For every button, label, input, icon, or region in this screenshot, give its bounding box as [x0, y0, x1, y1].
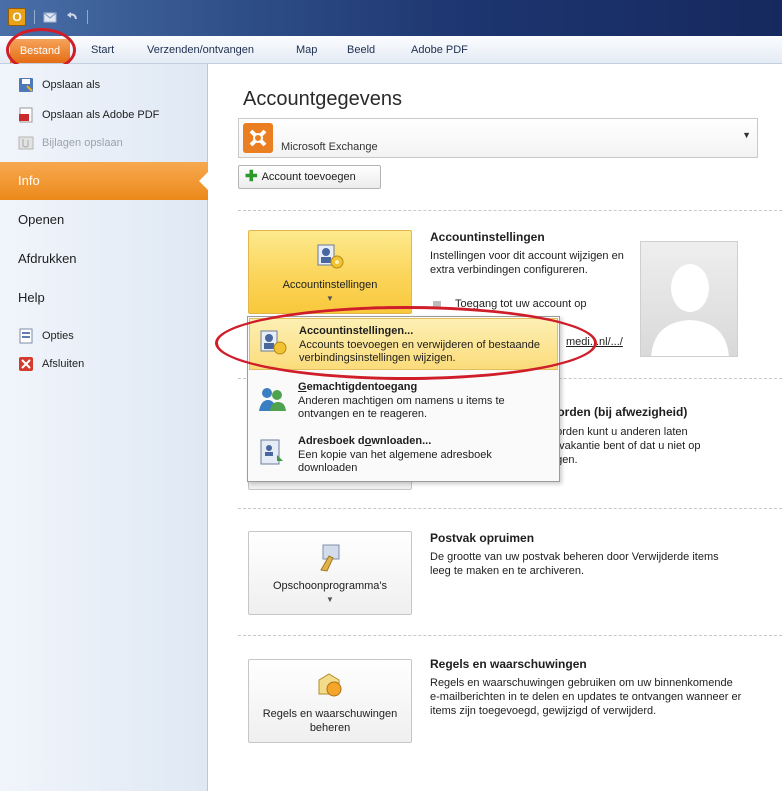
exchange-icon [243, 123, 273, 153]
nav-label: Openen [18, 212, 65, 227]
section-divider [238, 635, 782, 636]
title-pre: Adresboek d [298, 435, 365, 447]
tab-beeld[interactable]: Beeld [347, 36, 375, 64]
outlook-app-icon[interactable]: O [8, 8, 26, 26]
account-settings-description: Instellingen voor dit account wijzigen e… [430, 250, 624, 276]
bullet-icon [433, 301, 441, 309]
command-bijlagen-opslaan[interactable]: Bijlagen opslaan [18, 132, 123, 154]
tab-verzenden-ontvangen[interactable]: Verzenden/ontvangen [147, 36, 254, 64]
account-select[interactable]: Microsoft Exchange ▼ [238, 118, 758, 158]
delegate-access-icon [259, 388, 286, 411]
address-book-icon [260, 439, 283, 465]
account-settings-button[interactable]: Accountinstellingen ▼ [248, 230, 412, 314]
attachment-icon [18, 136, 34, 150]
account-settings-menu: Accountinstellingen... Accounts toevoege… [247, 316, 560, 482]
nav-help[interactable]: Help [0, 279, 208, 317]
avatar [640, 241, 738, 357]
menu-item-accountinstellingen[interactable]: Accountinstellingen... Accounts toevoege… [249, 318, 558, 370]
nav-afdrukken[interactable]: Afdrukken [0, 240, 208, 278]
account-access-text: Toegang tot uw account op [455, 298, 587, 310]
command-opslaan-als-pdf[interactable]: Opslaan als Adobe PDF [18, 104, 159, 126]
menu-item-title: Gemachtigdentoegang [298, 381, 417, 393]
account-settings-icon [260, 330, 287, 355]
command-label: Afsluiten [42, 358, 85, 370]
rules-icon [318, 673, 342, 697]
account-access-link[interactable]: medi...nl/.../ [566, 335, 646, 349]
rules-title: Regels en waarschuwingen [430, 657, 587, 671]
command-label: Opslaan als Adobe PDF [42, 109, 160, 121]
cleanup-tools-button[interactable]: Opschoonprogramma's ▼ [248, 531, 412, 615]
manage-rules-button-label: Regels en waarschuwingen beheren [262, 708, 398, 734]
page-title: Accountgegevens [243, 88, 403, 110]
rules-description: Regels en waarschuwingen gebruiken om uw… [430, 677, 742, 717]
dropdown-arrow-icon[interactable]: ▼ [742, 130, 751, 140]
qat-separator [87, 10, 88, 24]
menu-item-description: Een kopie van het algemene adresboek dow… [298, 449, 492, 474]
out-of-office-title: oorden (bij afwezigheid) [550, 405, 688, 419]
command-label: Bijlagen opslaan [42, 137, 123, 149]
chevron-down-icon: ▼ [326, 595, 334, 604]
account-settings-button-label: Accountinstellingen [282, 279, 378, 291]
cleanup-title: Postvak opruimen [430, 531, 535, 545]
undo-icon[interactable] [65, 10, 79, 24]
tab-start[interactable]: Start [91, 36, 114, 64]
menu-item-title: Adresboek downloaden... [298, 435, 431, 447]
nav-label: Info [18, 173, 40, 188]
manage-rules-button[interactable]: Regels en waarschuwingen beheren [248, 659, 412, 743]
menu-item-description: Anderen machtigen om namens u items te o… [298, 395, 505, 420]
tab-map[interactable]: Map [296, 36, 317, 64]
cleanup-icon [320, 544, 340, 572]
plus-icon: ✚ [245, 168, 258, 185]
exit-icon [19, 357, 33, 371]
command-label: Opslaan als [42, 79, 101, 91]
qat-separator [34, 10, 35, 24]
options-icon [19, 328, 33, 344]
account-type: Microsoft Exchange [281, 141, 378, 153]
section-divider [238, 508, 782, 509]
menu-item-gemachtigdentoegang[interactable]: Gemachtigdentoegang Anderen machtigen om… [249, 375, 558, 427]
pdf-icon [19, 107, 33, 123]
out-of-office-description: oorden kunt u anderen laten p vakantie b… [550, 426, 701, 466]
section-divider [238, 210, 782, 211]
account-settings-icon [317, 244, 344, 269]
send-receive-icon[interactable] [43, 10, 57, 24]
nav-label: Help [18, 290, 45, 305]
nav-openen[interactable]: Openen [0, 201, 208, 239]
tab-bestand[interactable]: Bestand [10, 39, 70, 63]
command-label: Opties [42, 330, 74, 342]
save-as-icon [19, 78, 33, 92]
command-opslaan-als[interactable]: Opslaan als [18, 74, 100, 96]
account-settings-title: Accountinstellingen [430, 230, 545, 244]
quick-access-toolbar: O [8, 6, 88, 28]
cleanup-tools-button-label: Opschoonprogramma's [273, 580, 387, 592]
command-opties[interactable]: Opties [18, 325, 74, 347]
menu-item-description: Accounts toevoegen en verwijderen of bes… [299, 339, 540, 364]
backstage-menu: Opslaan als Opslaan als Adobe PDF Bijlag… [0, 64, 209, 791]
tab-adobe-pdf[interactable]: Adobe PDF [411, 36, 468, 64]
person-silhouette-icon [651, 264, 729, 356]
menu-item-adresboek-downloaden[interactable]: Adresboek downloaden... Een kopie van he… [249, 429, 558, 481]
add-account-label: Account toevoegen [261, 171, 356, 183]
chevron-down-icon: ▼ [326, 294, 334, 303]
title-post: wnloaden... [371, 435, 432, 447]
nav-label: Afdrukken [18, 251, 77, 266]
command-afsluiten[interactable]: Afsluiten [18, 353, 84, 375]
title-post: emachtigdentoegang [306, 381, 418, 393]
cleanup-description: De grootte van uw postvak beheren door V… [430, 551, 719, 577]
title-bar: O [0, 0, 782, 36]
add-account-button[interactable]: ✚ Account toevoegen [238, 165, 381, 189]
access-key: G [298, 381, 307, 393]
menu-item-title: Accountinstellingen... [299, 325, 414, 337]
ribbon-tabs: Bestand Start Verzenden/ontvangen Map Be… [0, 36, 782, 64]
nav-info[interactable]: Info [0, 162, 209, 200]
